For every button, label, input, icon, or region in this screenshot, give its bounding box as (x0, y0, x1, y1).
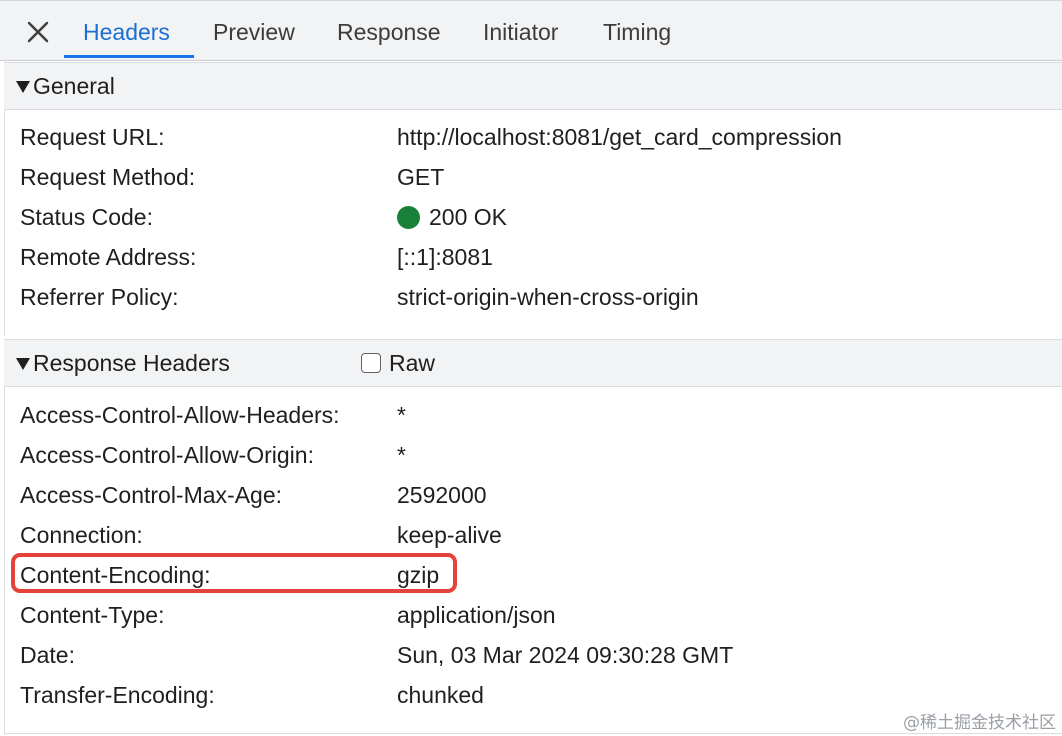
section-left-border (4, 387, 5, 733)
general-row: Referrer Policy: strict-origin-when-cros… (20, 277, 1050, 317)
response-header-row: Access-Control-Allow-Origin: * (20, 435, 1050, 475)
close-icon[interactable] (20, 14, 56, 50)
devtools-tab-bar: Headers Preview Response Initiator Timin… (0, 0, 1062, 61)
header-key: Access-Control-Allow-Headers: (20, 402, 340, 428)
tab-response[interactable]: Response (337, 14, 441, 50)
header-value: application/json (397, 602, 556, 628)
tab-bar-top-border (0, 0, 1062, 3)
section-title-response-headers: Response Headers (33, 350, 230, 376)
collapse-triangle-icon[interactable] (16, 81, 30, 93)
header-key: Remote Address: (20, 244, 197, 270)
watermark: @稀土掘金技术社区 (903, 713, 1056, 733)
status-success-icon (397, 206, 420, 229)
tab-preview[interactable]: Preview (213, 14, 295, 50)
raw-label: Raw (389, 349, 436, 376)
response-header-row: Transfer-Encoding: chunked (20, 675, 1050, 715)
header-key: Content-Type: (20, 602, 165, 628)
response-header-row: Connection: keep-alive (20, 515, 1050, 555)
header-value: GET (397, 164, 445, 190)
header-value: [::1]:8081 (397, 244, 493, 270)
section-bottom-border (4, 733, 1062, 734)
general-row: Request Method: GET (20, 157, 1050, 197)
collapse-triangle-icon[interactable] (16, 358, 30, 370)
header-key: Connection: (20, 522, 143, 548)
general-row: Request URL: http://localhost:8081/get_c… (20, 117, 1050, 157)
header-value: http://localhost:8081/get_card_compressi… (397, 124, 842, 150)
status-code-value: 200 OK (397, 197, 507, 237)
status-text: 200 OK (429, 204, 507, 230)
response-header-row: Access-Control-Allow-Headers: * (20, 395, 1050, 435)
header-key: Access-Control-Allow-Origin: (20, 442, 314, 468)
header-key: Date: (20, 642, 75, 668)
tab-timing[interactable]: Timing (603, 14, 671, 50)
active-tab-indicator (64, 55, 194, 58)
header-key: Request Method: (20, 164, 196, 190)
header-key: Status Code: (20, 204, 153, 230)
section-left-border (4, 110, 5, 336)
header-value: strict-origin-when-cross-origin (397, 284, 699, 310)
header-key: Request URL: (20, 124, 165, 150)
header-value: Sun, 03 Mar 2024 09:30:28 GMT (397, 642, 734, 668)
header-value: * (397, 402, 406, 428)
general-row: Status Code: 200 OK (20, 197, 1050, 237)
tab-initiator[interactable]: Initiator (483, 14, 558, 50)
header-value: chunked (397, 682, 484, 708)
section-title-general: General (33, 73, 115, 99)
header-key: Transfer-Encoding: (20, 682, 215, 708)
raw-checkbox[interactable] (361, 353, 381, 373)
general-row: Remote Address: [::1]:8081 (20, 237, 1050, 277)
response-header-row: Access-Control-Max-Age: 2592000 (20, 475, 1050, 515)
raw-toggle[interactable]: Raw (361, 340, 435, 386)
response-header-row: Content-Type: application/json (20, 595, 1050, 635)
header-key: Referrer Policy: (20, 284, 179, 310)
section-header-general[interactable]: General (4, 62, 1062, 110)
response-header-row: Date: Sun, 03 Mar 2024 09:30:28 GMT (20, 635, 1050, 675)
section-header-response-headers[interactable]: Response Headers Raw (4, 339, 1062, 387)
header-value: * (397, 442, 406, 468)
highlight-annotation (11, 553, 457, 593)
header-value: keep-alive (397, 522, 502, 548)
tab-headers[interactable]: Headers (83, 14, 170, 50)
header-value: 2592000 (397, 482, 487, 508)
header-key: Access-Control-Max-Age: (20, 482, 283, 508)
